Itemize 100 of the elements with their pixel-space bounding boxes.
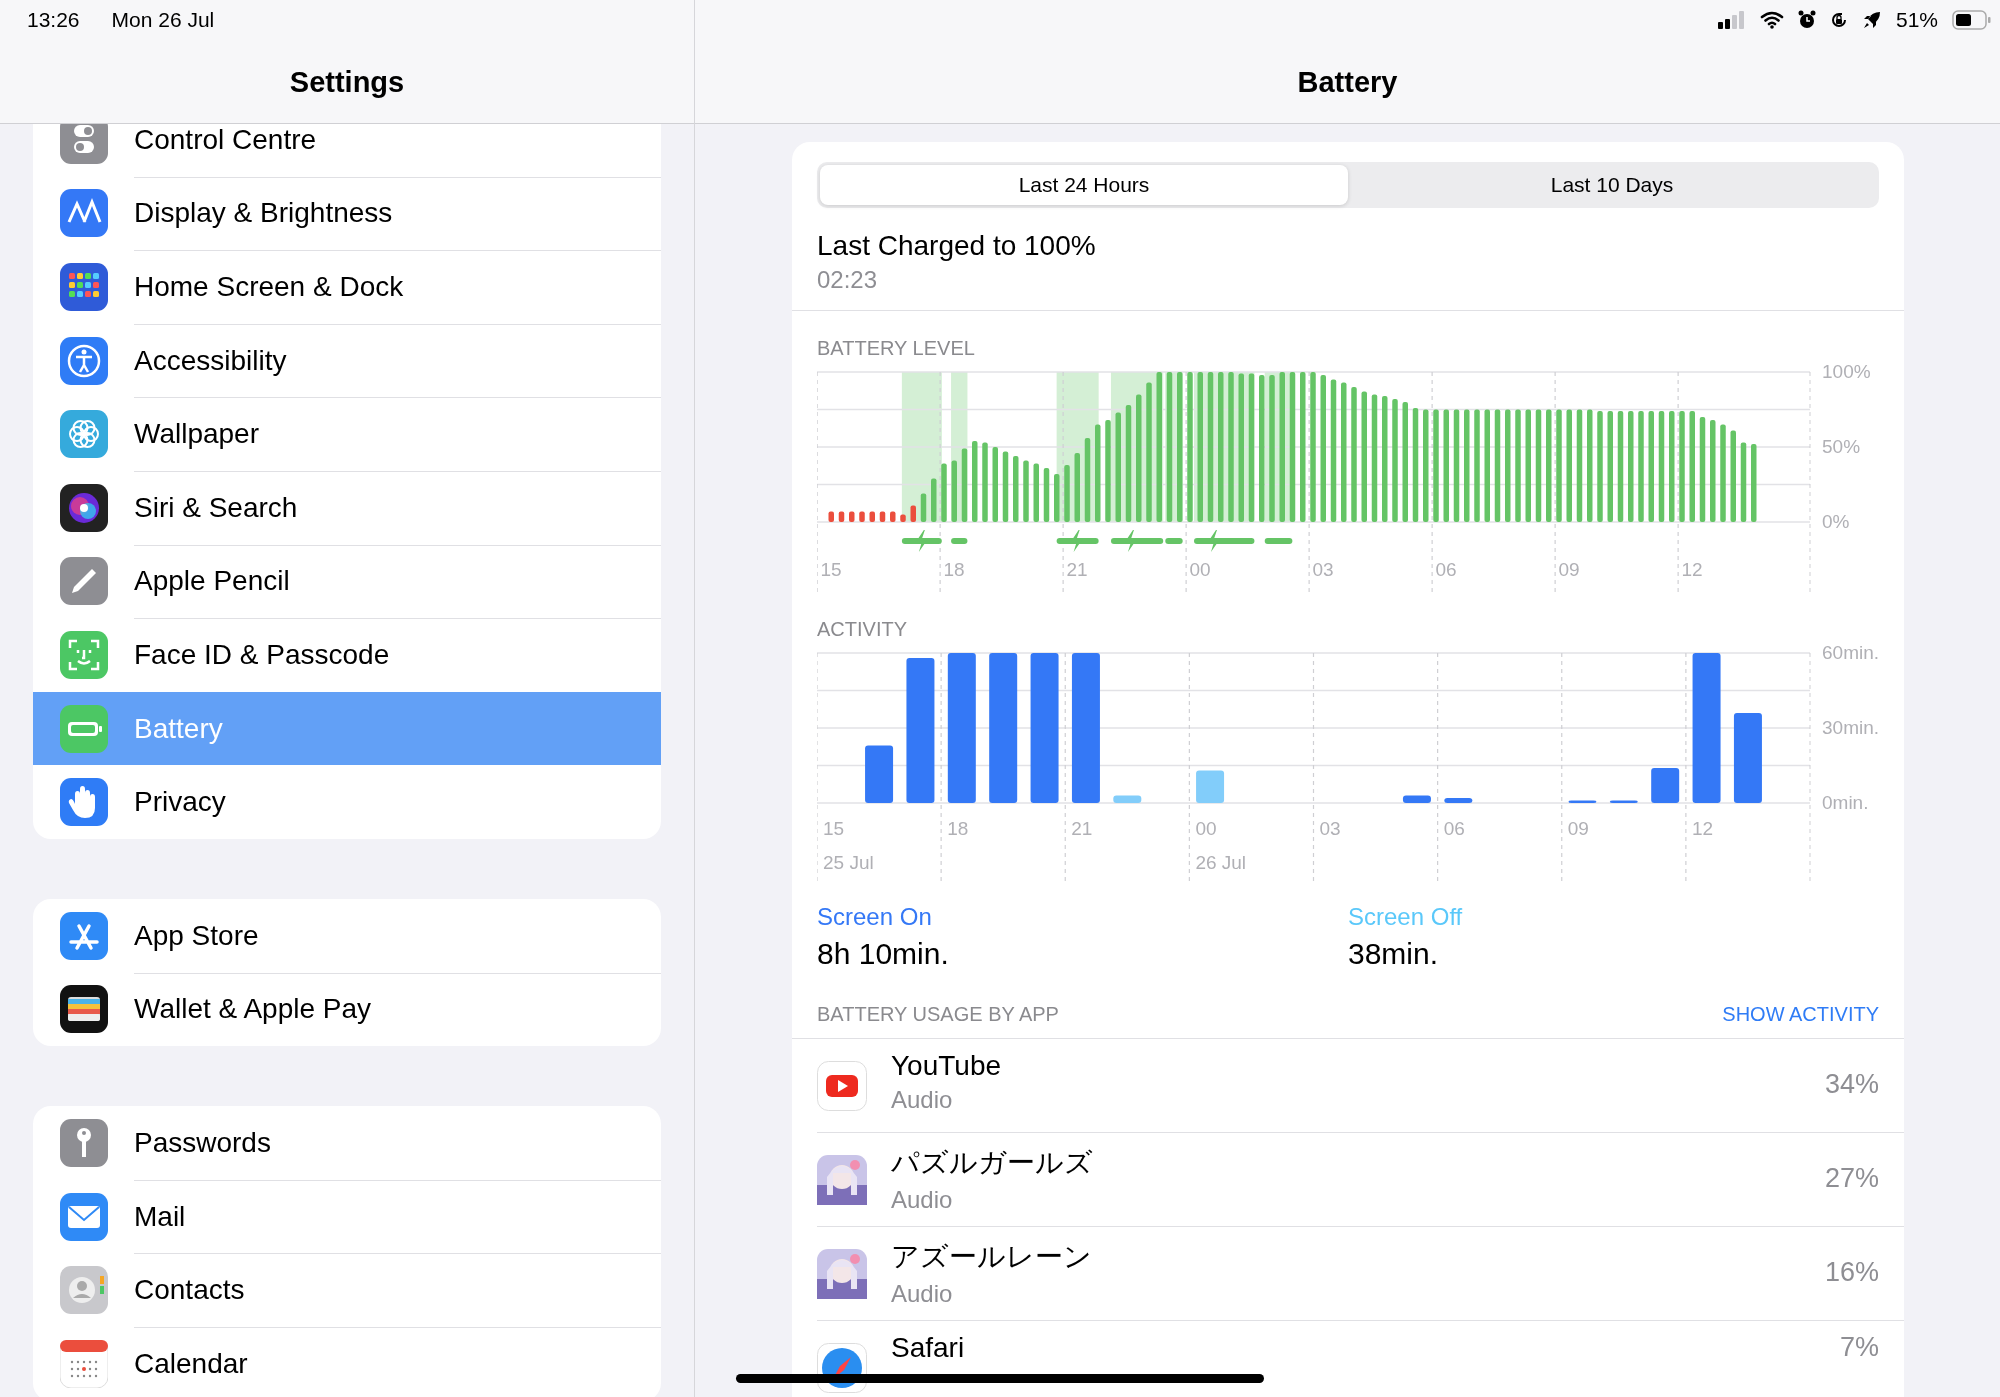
chart-label: ACTIVITY — [817, 618, 908, 641]
charging-marker — [1056, 530, 1099, 552]
settings-item-label: App Store — [134, 919, 259, 952]
alarm-icon — [1797, 10, 1816, 30]
x-axis-label: 00 — [1189, 559, 1211, 580]
activity-bar — [1196, 770, 1225, 803]
settings-item[interactable]: Wallet & Apple Pay — [33, 972, 661, 1047]
app-detail: Audio — [891, 1086, 954, 1114]
settings-item-label: Face ID & Passcode — [134, 638, 390, 671]
battery-bar — [838, 511, 845, 522]
wallpaper-icon — [60, 410, 108, 459]
settings-item[interactable]: Accessibility — [33, 323, 661, 398]
settings-item-label: Mail — [134, 1200, 186, 1233]
accessibility-icon — [60, 336, 108, 385]
settings-item[interactable]: Face ID & Passcode — [33, 618, 661, 692]
settings-item[interactable]: Mail — [33, 1179, 661, 1254]
stat-value: 38min. — [1348, 937, 1440, 971]
rotation-lock-icon — [1829, 11, 1848, 29]
play-icon — [817, 1061, 867, 1111]
activity-bar — [1568, 800, 1597, 803]
charging-marker — [1264, 538, 1293, 544]
settings-item-label: Battery — [134, 712, 223, 745]
x-axis-label: 09 — [1558, 559, 1580, 580]
homescreen-icon — [60, 263, 108, 311]
app-name: パズルガールズ — [891, 1146, 1094, 1180]
x-axis-label: 12 — [1691, 818, 1713, 839]
pencil-icon — [60, 557, 108, 606]
settings-item[interactable]: Passwords — [33, 1106, 661, 1180]
display-icon — [60, 189, 108, 238]
date-label: 26 Jul — [1195, 852, 1247, 873]
period-tab[interactable]: Last 24 Hours — [820, 165, 1348, 205]
signal-icon — [1717, 11, 1746, 29]
x-axis-label: 18 — [943, 559, 965, 580]
battery-icon — [1952, 10, 1992, 30]
battery-percent: 51% — [1895, 8, 1938, 32]
battery-bar — [1002, 451, 1009, 522]
x-axis-label: 03 — [1312, 559, 1334, 580]
page-title: Battery — [1297, 66, 1398, 99]
y-axis-label: 50% — [1822, 436, 1861, 457]
last-charged-time: 02:23 — [817, 266, 879, 294]
x-axis-label: 09 — [1567, 818, 1589, 839]
last-charged-title: Last Charged to 100% — [817, 230, 1097, 262]
x-axis-label: 12 — [1681, 559, 1703, 580]
settings-item[interactable]: Calendar — [33, 1326, 661, 1397]
settings-item[interactable]: Apple Pencil — [33, 544, 661, 619]
settings-item-label: Calendar — [134, 1347, 248, 1380]
charging-marker — [951, 538, 968, 544]
period-tab[interactable]: Last 10 Days — [1348, 165, 1876, 205]
battery-bar — [890, 511, 896, 522]
activity-bar — [1444, 798, 1473, 803]
settings-item[interactable]: Contacts — [33, 1253, 661, 1327]
settings-item-label: Wallet & Apple Pay — [134, 993, 372, 1026]
settings-item[interactable]: Display & Brightness — [33, 176, 661, 251]
battery-bar — [1054, 474, 1060, 522]
usage-percent: 34% — [1824, 1069, 1879, 1100]
siri-icon — [60, 483, 108, 532]
activity-bar — [1609, 800, 1638, 803]
battery-bar — [828, 511, 834, 522]
app-row[interactable]: YouTube Audio 34% — [817, 1039, 1904, 1133]
passwords-icon — [60, 1118, 108, 1167]
battery-bar — [1033, 463, 1039, 522]
battery-bar — [859, 511, 865, 522]
settings-item[interactable]: Siri & Search — [33, 470, 661, 545]
status-time: 13:26 — [27, 8, 80, 32]
activity-bar — [1113, 795, 1142, 803]
battery-bar — [1023, 460, 1029, 522]
battery-bar — [920, 493, 927, 522]
battery-bar — [951, 460, 957, 522]
settings-item[interactable]: Home Screen & Dock — [33, 250, 661, 324]
privacy-icon — [60, 778, 108, 827]
x-axis-label: 06 — [1435, 559, 1457, 580]
app-name: Safari — [891, 1332, 966, 1364]
settings-item-label: Privacy — [134, 786, 226, 819]
status-date: Mon 26 Jul — [111, 8, 215, 32]
y-axis-label: 30min. — [1822, 717, 1879, 738]
usage-percent: 27% — [1824, 1163, 1879, 1194]
battery-bar — [849, 511, 855, 522]
settings-item[interactable]: Privacy — [33, 765, 661, 839]
x-axis-label: 18 — [947, 818, 969, 839]
battery-bar — [931, 478, 937, 522]
settings-item[interactable]: App Store — [33, 898, 661, 973]
battery-bar — [1013, 456, 1019, 522]
y-axis-label: 100% — [1822, 362, 1871, 382]
y-axis-label: 0% — [1822, 511, 1850, 532]
x-axis-label: 15 — [823, 818, 845, 839]
settings-item-label: Control Centre — [134, 124, 317, 156]
battery-bar — [1074, 453, 1080, 522]
x-axis-label: 15 — [820, 559, 842, 580]
y-axis-label: 0min. — [1822, 792, 1869, 813]
rocket-icon — [1861, 10, 1882, 30]
app-name: YouTube — [891, 1050, 1003, 1082]
show-activity-link[interactable]: SHOW ACTIVITY — [1722, 1003, 1879, 1026]
app-name: アズールレーン — [891, 1240, 1093, 1274]
app-row[interactable]: アズールレーン Audio 16% — [817, 1227, 1904, 1321]
settings-item[interactable]: Control Centre — [33, 124, 661, 177]
activity-bar — [865, 745, 894, 803]
settings-item[interactable]: Wallpaper — [33, 397, 661, 471]
wallet-icon — [60, 985, 108, 1034]
app-row[interactable]: パズルガールズ Audio 27% — [817, 1133, 1904, 1227]
contacts-icon — [60, 1266, 108, 1315]
